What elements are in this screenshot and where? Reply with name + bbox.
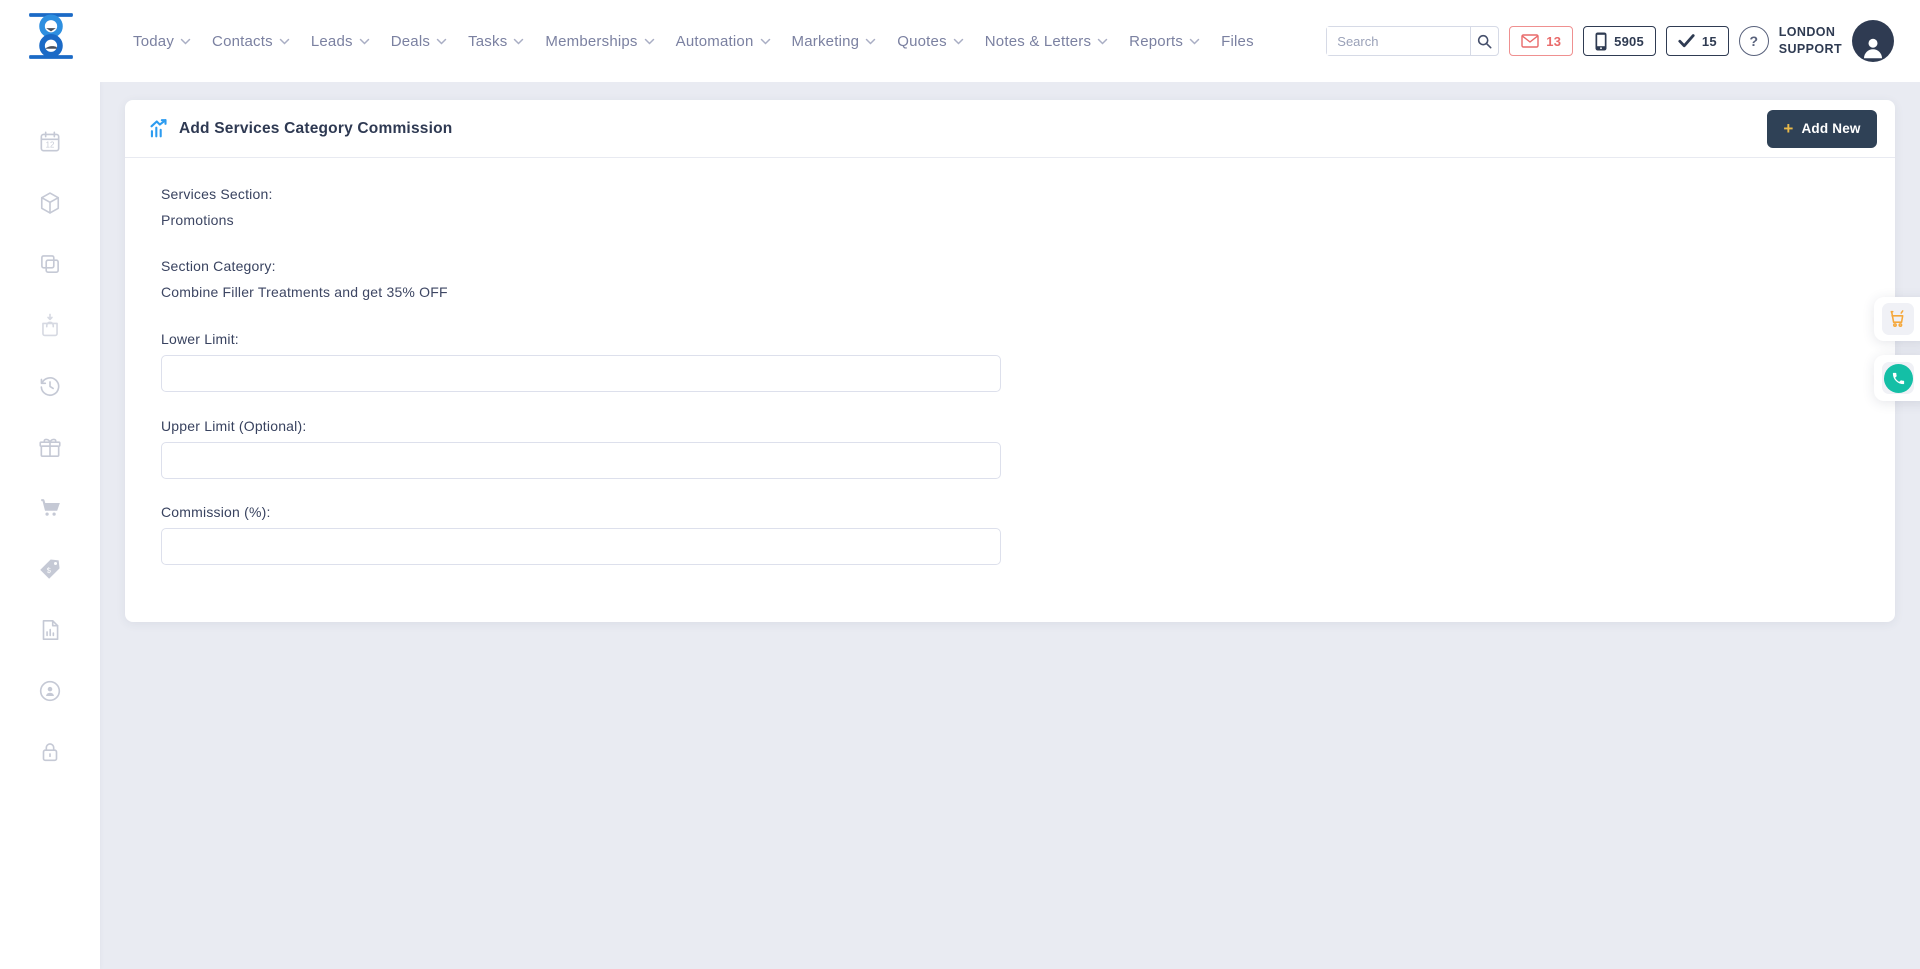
nav-item-quotes[interactable]: Quotes [897, 33, 964, 50]
section-category-value: Combine Filler Treatments and get 35% OF… [161, 284, 1859, 300]
page-title: Add Services Category Commission [179, 120, 452, 138]
mobile-phone-icon [1595, 32, 1607, 51]
phone-circle [1884, 364, 1913, 393]
support-icon[interactable] [37, 678, 63, 704]
calls-badge[interactable]: 5905 [1583, 26, 1656, 56]
person-icon [1858, 32, 1888, 62]
nav-item-reports[interactable]: Reports [1129, 33, 1200, 50]
lower-limit-input[interactable] [161, 355, 1001, 392]
chevron-down-icon [760, 38, 771, 45]
tasks-badge[interactable]: 15 [1666, 26, 1729, 56]
left-sidebar: 12 $ [0, 82, 100, 969]
chevron-down-icon [644, 38, 655, 45]
search-box [1326, 26, 1499, 56]
upper-limit-input[interactable] [161, 442, 1001, 479]
services-section-value: Promotions [161, 212, 1859, 228]
app-logo-hourglass-icon[interactable] [26, 11, 76, 61]
nav-item-deals[interactable]: Deals [391, 33, 447, 50]
nav-item-memberships[interactable]: Memberships [545, 33, 654, 50]
chevron-down-icon [359, 38, 370, 45]
gift-icon[interactable] [37, 434, 63, 460]
header-right-cluster: 13 5905 15 ? LONDON SUPPORT [1326, 0, 1894, 82]
floating-cart-panel [1874, 297, 1920, 341]
user-avatar[interactable] [1852, 20, 1894, 62]
chevron-down-icon [436, 38, 447, 45]
nav-item-leads[interactable]: Leads [311, 33, 370, 50]
nav-item-contacts[interactable]: Contacts [212, 33, 290, 50]
lower-limit-label: Lower Limit: [161, 331, 1859, 347]
chevron-down-icon [1189, 38, 1200, 45]
phone-icon [1891, 371, 1906, 386]
floating-phone-panel [1874, 355, 1920, 401]
nav-item-tasks[interactable]: Tasks [468, 33, 524, 50]
chevron-down-icon [180, 38, 191, 45]
svg-text:12: 12 [46, 141, 55, 150]
nav-item-notes-letters[interactable]: Notes & Letters [985, 33, 1108, 50]
search-input[interactable] [1327, 27, 1470, 55]
chevron-down-icon [513, 38, 524, 45]
calls-count: 5905 [1614, 34, 1644, 49]
chevron-down-icon [953, 38, 964, 45]
chevron-down-icon [1097, 38, 1108, 45]
chart-growth-icon [148, 118, 169, 139]
search-icon [1477, 34, 1492, 49]
nav-item-files[interactable]: Files [1221, 33, 1254, 50]
checkmark-icon [1678, 34, 1695, 48]
commission-input[interactable] [161, 528, 1001, 565]
plus-icon: + [1783, 120, 1793, 137]
phone-quick-button[interactable] [1882, 362, 1914, 394]
help-button[interactable]: ? [1739, 26, 1769, 56]
products-cube-icon[interactable] [37, 190, 63, 216]
lock-icon[interactable] [37, 739, 63, 765]
commission-form: Services Section: Promotions Section Cat… [125, 158, 1895, 565]
nav-item-today[interactable]: Today [133, 33, 191, 50]
messages-count: 13 [1546, 34, 1561, 49]
history-icon[interactable] [37, 373, 63, 399]
user-name[interactable]: LONDON SUPPORT [1779, 24, 1842, 58]
price-tag-icon[interactable]: $ [37, 556, 63, 582]
nav-item-automation[interactable]: Automation [676, 33, 771, 50]
envelope-icon [1521, 34, 1539, 48]
question-mark-icon: ? [1749, 33, 1758, 49]
calendar-icon[interactable]: 12 [37, 129, 63, 155]
nav-item-marketing[interactable]: Marketing [792, 33, 877, 50]
chevron-down-icon [865, 38, 876, 45]
main-content: Add Services Category Commission + Add N… [100, 82, 1920, 969]
add-new-button[interactable]: + Add New [1767, 110, 1877, 148]
main-nav: Today Contacts Leads Deals Tasks Members… [133, 0, 1254, 82]
search-button[interactable] [1470, 27, 1498, 55]
card-header: Add Services Category Commission + Add N… [125, 100, 1895, 158]
commission-label: Commission (%): [161, 504, 1859, 520]
cart-quick-button[interactable] [1882, 303, 1914, 335]
reports-icon[interactable] [37, 617, 63, 643]
services-section-label: Services Section: [161, 186, 1859, 202]
cart-icon[interactable] [37, 495, 63, 521]
chevron-down-icon [279, 38, 290, 45]
shopping-cart-icon [1887, 308, 1909, 330]
messages-badge[interactable]: 13 [1509, 26, 1573, 56]
orders-bag-icon[interactable] [37, 312, 63, 338]
commission-card: Add Services Category Commission + Add N… [125, 100, 1895, 622]
upper-limit-label: Upper Limit (Optional): [161, 418, 1859, 434]
section-category-label: Section Category: [161, 258, 1859, 274]
top-header: Today Contacts Leads Deals Tasks Members… [0, 0, 1920, 82]
tasks-count: 15 [1702, 34, 1717, 49]
pages-copy-icon[interactable] [37, 251, 63, 277]
